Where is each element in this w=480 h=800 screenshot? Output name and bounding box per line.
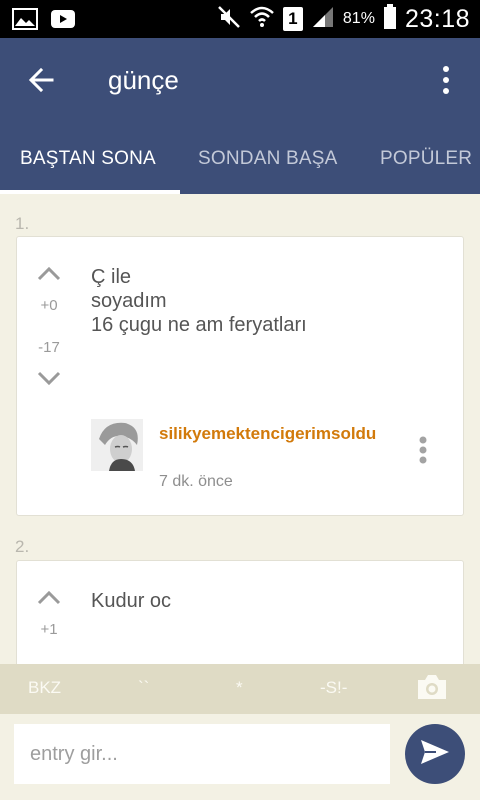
back-arrow-icon[interactable] bbox=[26, 64, 58, 96]
send-icon bbox=[420, 739, 450, 770]
active-tab-indicator bbox=[0, 190, 180, 194]
entry-number: 2. bbox=[15, 537, 30, 556]
entry-line: Kudur oc bbox=[91, 590, 172, 612]
backtick-button[interactable]: `` bbox=[138, 678, 149, 698]
avatar[interactable] bbox=[91, 419, 143, 471]
clock: 23:18 bbox=[404, 4, 470, 33]
tab-sondan-basa[interactable]: SONDAN BAŞA bbox=[198, 148, 337, 170]
entry-more-vert-icon[interactable] bbox=[417, 435, 429, 465]
entry-number: 1. bbox=[15, 214, 30, 233]
camera-icon[interactable] bbox=[416, 673, 448, 701]
page-title: günçe bbox=[108, 65, 179, 95]
entry-input[interactable] bbox=[14, 724, 390, 784]
send-button[interactable] bbox=[405, 724, 465, 784]
entry-line: Ç ile bbox=[91, 266, 132, 288]
entry-line: soyadım bbox=[91, 290, 167, 312]
author-name[interactable]: silikyemektencigerimsoldu bbox=[159, 423, 399, 445]
upvote-chevron-icon[interactable] bbox=[37, 589, 61, 605]
tab-populer[interactable]: POPÜLER bbox=[380, 148, 472, 170]
signal-icon bbox=[311, 5, 335, 34]
sim-icon: 1 bbox=[282, 7, 303, 31]
entry-body: Ç ile soyadım 16 çugu ne am feryatları bbox=[91, 265, 307, 337]
bkz-button[interactable]: BKZ bbox=[28, 678, 61, 698]
upvote-chevron-icon[interactable] bbox=[37, 265, 61, 281]
tab-bar: BAŞTAN SONA SONDAN BAŞA POPÜLER bbox=[0, 134, 480, 194]
wifi-icon bbox=[249, 5, 275, 34]
entry-line: 16 çugu ne am feryatları bbox=[91, 314, 307, 336]
battery-icon bbox=[383, 3, 397, 35]
entry-timestamp: 7 dk. önce bbox=[159, 473, 233, 490]
upvote-count: +0 bbox=[40, 297, 58, 314]
tab-bastan-sona[interactable]: BAŞTAN SONA bbox=[20, 148, 156, 170]
format-toolbar: BKZ `` * -S!- bbox=[0, 664, 480, 714]
upvote-count: +1 bbox=[40, 621, 58, 638]
mute-icon bbox=[217, 5, 241, 34]
star-button[interactable]: * bbox=[236, 678, 243, 698]
app-bar: günçe BAŞTAN SONA SONDAN BAŞA POPÜLER bbox=[0, 38, 480, 194]
downvote-chevron-icon[interactable] bbox=[37, 371, 61, 387]
youtube-icon bbox=[50, 8, 76, 35]
spoiler-button[interactable]: -S!- bbox=[320, 678, 347, 698]
battery-percent: 81% bbox=[342, 10, 375, 27]
image-icon bbox=[12, 8, 38, 35]
status-bar: 1 81% 23:18 bbox=[0, 0, 480, 38]
downvote-count: -17 bbox=[38, 339, 60, 356]
more-vert-icon[interactable] bbox=[438, 64, 454, 96]
composer bbox=[0, 714, 480, 800]
entry-card: +0 -17 Ç ile soyadım 16 çugu ne am ferya… bbox=[16, 236, 464, 516]
entry-body: Kudur oc bbox=[91, 589, 171, 613]
